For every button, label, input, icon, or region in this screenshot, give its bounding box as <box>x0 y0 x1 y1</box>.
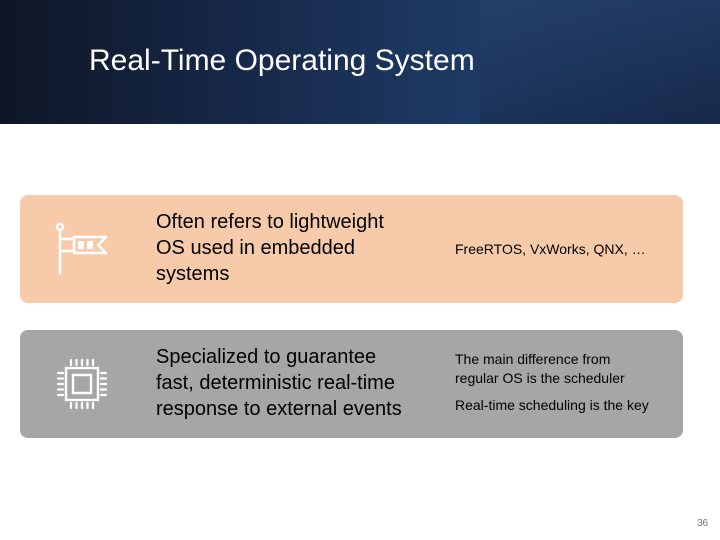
title-banner: Real-Time Operating System <box>0 0 720 124</box>
slide-title: Real-Time Operating System <box>89 44 475 77</box>
side-line: FreeRTOS, VxWorks, QNX, … <box>455 241 646 257</box>
card-realtime-response: Specialized to guarantee fast, determini… <box>20 330 683 438</box>
card-main-text: Specialized to guarantee fast, determini… <box>156 344 436 422</box>
processor-chip-icon <box>56 358 108 410</box>
main-line: systems <box>156 263 230 285</box>
card-side-text: The main difference from regular OS is t… <box>455 350 675 415</box>
side-line: The main difference from <box>455 351 611 367</box>
main-line: OS used in embedded <box>156 237 356 259</box>
card-side-text: FreeRTOS, VxWorks, QNX, … <box>455 241 675 257</box>
main-line: response to external events <box>156 398 402 420</box>
main-line: fast, deterministic real-time <box>156 372 395 394</box>
page-number: 36 <box>697 518 709 529</box>
side-line: regular OS is the scheduler <box>455 370 625 386</box>
side-line: Real-time scheduling is the key <box>455 397 649 413</box>
card-embedded-os: Often refers to lightweight OS used in e… <box>20 195 683 303</box>
card-main-text: Often refers to lightweight OS used in e… <box>156 209 436 287</box>
windsock-icon <box>55 222 108 275</box>
banner-accent-panel <box>480 0 720 124</box>
main-line: Specialized to guarantee <box>156 346 377 368</box>
main-line: Often refers to lightweight <box>156 211 384 233</box>
